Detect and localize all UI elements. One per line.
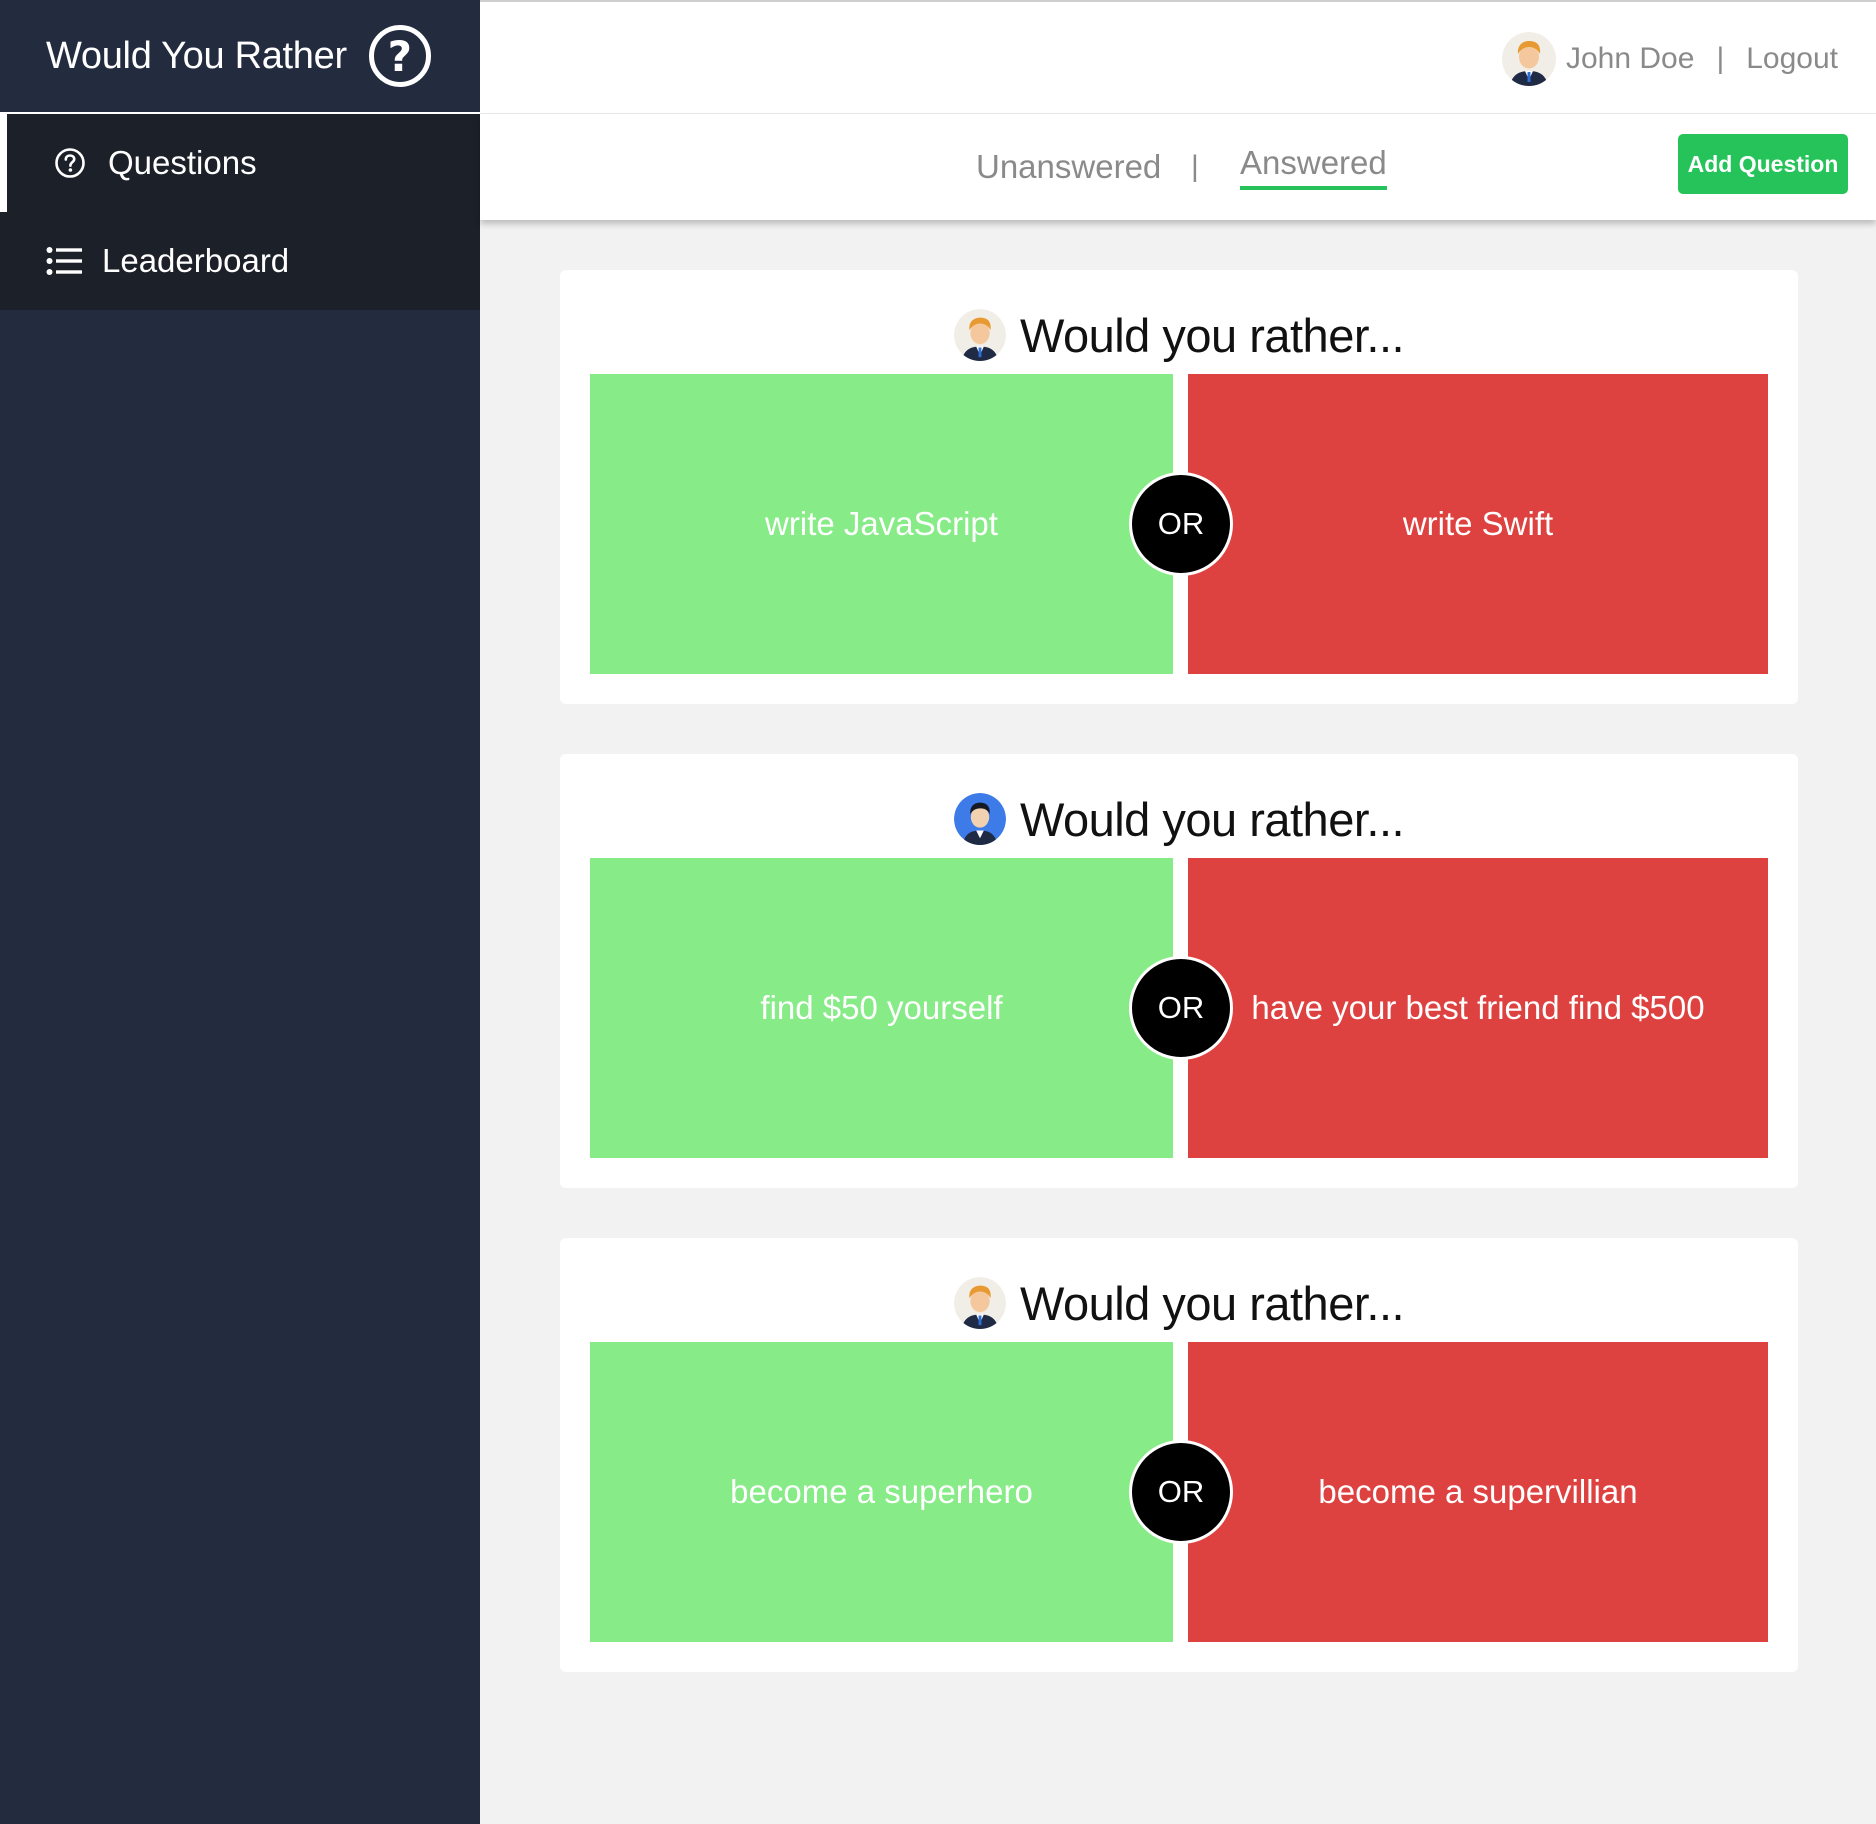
header-separator: |	[1716, 42, 1725, 75]
sidebar-nav: Questions Leaderboard	[0, 114, 480, 310]
question-circle-icon: ?	[368, 25, 431, 87]
user-avatar	[1502, 32, 1556, 86]
question-card: Would you rather... write JavaScript wri…	[560, 270, 1798, 704]
question-title: Would you rather...	[1019, 792, 1405, 846]
option-a[interactable]: become a superhero	[590, 1342, 1173, 1642]
tab-unanswered[interactable]: Unanswered	[976, 148, 1161, 186]
tab-answered[interactable]: Answered	[1240, 144, 1387, 190]
or-badge: OR	[1129, 1440, 1233, 1544]
question-title: Would you rather...	[1019, 308, 1405, 362]
card-header: Would you rather...	[560, 1274, 1798, 1332]
list-icon	[46, 243, 82, 279]
question-card: Would you rather... become a superhero b…	[560, 1238, 1798, 1672]
brand: Would You Rather ?	[0, 0, 480, 114]
option-a[interactable]: write JavaScript	[590, 374, 1173, 674]
author-avatar	[953, 309, 1006, 361]
sidebar-item-label: Leaderboard	[102, 242, 290, 279]
option-b[interactable]: write Swift	[1188, 374, 1768, 674]
or-badge: OR	[1129, 472, 1233, 576]
app-title: Would You Rather	[46, 34, 347, 77]
option-b[interactable]: have your best friend find $500	[1188, 858, 1768, 1158]
question-circle-icon	[52, 145, 88, 181]
sidebar-item-leaderboard[interactable]: Leaderboard	[0, 212, 480, 310]
tab-separator: |	[1191, 150, 1199, 183]
card-header: Would you rather...	[560, 306, 1798, 364]
tabs-bar: Unanswered | Answered Add Question	[480, 114, 1876, 220]
user-area: John Doe | Logout	[1502, 32, 1838, 86]
author-avatar	[953, 793, 1006, 845]
logout-link[interactable]: Logout	[1746, 42, 1838, 76]
option-a[interactable]: find $50 yourself	[590, 858, 1173, 1158]
or-badge: OR	[1129, 956, 1233, 1060]
top-bar: John Doe | Logout	[480, 0, 1876, 114]
sidebar: Would You Rather ? Questions Leaderboard	[0, 0, 480, 1824]
user-name: John Doe	[1566, 42, 1695, 75]
card-header: Would you rather...	[560, 790, 1798, 848]
sidebar-item-questions[interactable]: Questions	[0, 114, 480, 212]
add-question-button[interactable]: Add Question	[1678, 134, 1848, 194]
option-b[interactable]: become a supervillian	[1188, 1342, 1768, 1642]
author-avatar	[953, 1277, 1006, 1329]
question-title: Would you rather...	[1019, 1276, 1405, 1330]
sidebar-item-label: Questions	[108, 144, 257, 181]
question-card: Would you rather... find $50 yourself ha…	[560, 754, 1798, 1188]
